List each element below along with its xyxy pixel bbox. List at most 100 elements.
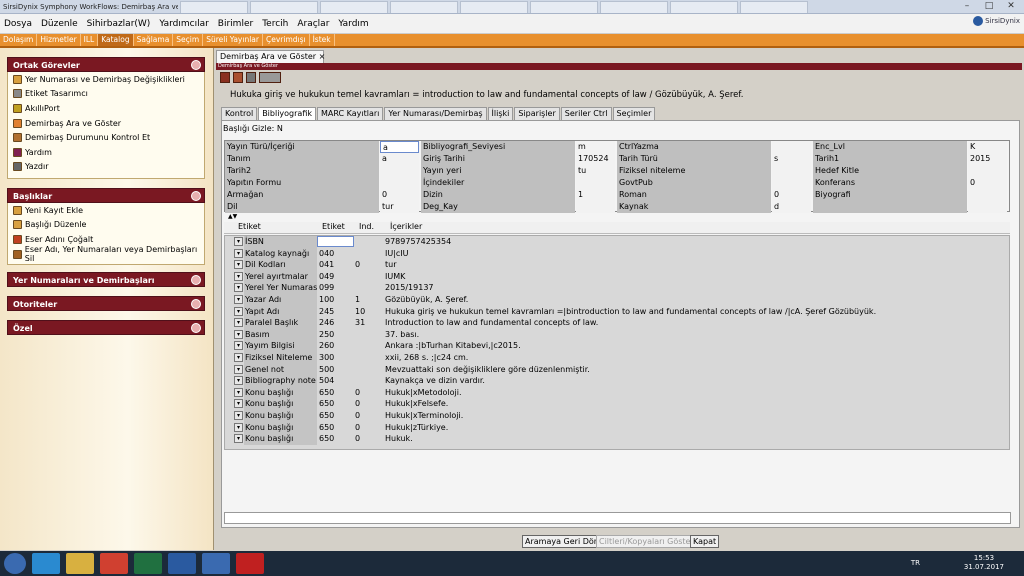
field-content[interactable]: tur	[385, 259, 1005, 271]
field-tag[interactable]: 100	[319, 294, 334, 306]
field-indicator[interactable]: 10	[355, 306, 365, 318]
field-tag[interactable]: 049	[319, 271, 334, 283]
start-icon[interactable]	[4, 553, 26, 574]
list-tool-icon[interactable]	[246, 72, 256, 83]
fixed-field-value[interactable]: a	[380, 153, 419, 165]
tab-bibliyografik[interactable]: Bibliyografik	[258, 107, 316, 120]
browser-tab[interactable]	[460, 0, 528, 13]
field-content[interactable]: 2015/19137	[385, 282, 1005, 294]
fixed-field-value[interactable]	[968, 189, 1007, 201]
browser-tab[interactable]	[250, 0, 318, 13]
field-indicator[interactable]: 0	[355, 387, 360, 399]
collapse-icon[interactable]	[191, 60, 201, 70]
field-content[interactable]: 37. bası.	[385, 329, 1005, 341]
fixed-field-value[interactable]	[968, 201, 1007, 213]
task-basligi-duzenle[interactable]: Başlığı Düzenle	[8, 218, 204, 233]
var-field-row[interactable]: ▾ Fiziksel Niteleme 300 xxii, 268 s. ;|c24 …	[225, 352, 1010, 364]
pdf-icon[interactable]	[236, 553, 264, 574]
var-field-row[interactable]: ▾ Bibliography note 504 Kaynakça ve dizin v…	[225, 375, 1010, 387]
field-content[interactable]: Kaynakça ve dizin vardır.	[385, 375, 1005, 387]
group-basliklar[interactable]: Başlıklar	[7, 188, 205, 203]
var-field-row[interactable]: ▾ Yerel Yer Numarası 099 2015/19137	[225, 282, 1010, 294]
field-content[interactable]: Hukuk|xFelsefe.	[385, 398, 1005, 410]
fixed-field-value[interactable]	[772, 141, 811, 153]
var-field-row[interactable]: ▾ Yapıt Adı 245 10 Hukuka giriş ve hukukun t…	[225, 305, 1010, 318]
excel-icon[interactable]	[134, 553, 162, 574]
tab-iliski[interactable]: İlişki	[487, 107, 514, 120]
row-dropdown-icon[interactable]: ▾	[234, 306, 243, 316]
menu-sihirbazlar[interactable]: Sihirbazlar(W)	[83, 19, 156, 29]
clock[interactable]: 15:53 31.07.2017	[964, 554, 1004, 572]
field-tag[interactable]: 650	[319, 387, 334, 399]
fixed-field-value[interactable]	[380, 177, 419, 189]
row-dropdown-icon[interactable]: ▾	[234, 364, 243, 374]
field-tag[interactable]: 250	[319, 329, 334, 341]
task-etiket-tasarimci[interactable]: Etiket Tasarımcı	[8, 87, 204, 102]
row-dropdown-icon[interactable]: ▾	[234, 329, 243, 339]
field-indicator[interactable]: 1	[355, 294, 360, 306]
row-dropdown-icon[interactable]: ▾	[234, 295, 243, 304]
row-dropdown-icon[interactable]: ▾	[234, 237, 243, 246]
var-field-row[interactable]: ▾ Yayım Bilgisi 260 Ankara :|bTurhan Kitabe…	[225, 340, 1010, 352]
field-tag[interactable]: 650	[319, 422, 334, 434]
fixed-field-value[interactable]	[576, 177, 615, 189]
module-saglama[interactable]: Sağlama	[134, 34, 174, 46]
menu-yardimcilar[interactable]: Yardımcılar	[155, 19, 213, 29]
fixed-field-value[interactable]: tur	[380, 201, 419, 213]
browser-tab[interactable]	[740, 0, 808, 13]
row-dropdown-icon[interactable]: ▾	[234, 260, 243, 270]
fixed-field-value[interactable]	[576, 201, 615, 213]
group-yer-numaralari[interactable]: Yer Numaraları ve Demirbaşları	[7, 272, 205, 287]
browser-tab[interactable]	[600, 0, 668, 13]
expand-icon[interactable]	[191, 299, 201, 309]
field-content[interactable]: Mevzuattaki son değişikliklere göre düze…	[385, 364, 1005, 376]
var-field-row[interactable]: ▾ Konu başlığı 650 0 Hukuk|zTürkiye.	[225, 421, 1010, 434]
task-yeni-kayit[interactable]: Yeni Kayıt Ekle	[8, 203, 204, 218]
field-content[interactable]: IUMK	[385, 271, 1005, 283]
tab-kontrol[interactable]: Kontrol	[221, 107, 258, 120]
field-tag[interactable]: 245	[319, 306, 334, 318]
menu-dosya[interactable]: Dosya	[0, 19, 37, 29]
field-tag[interactable]: 099	[319, 282, 334, 294]
browser-tab[interactable]	[320, 0, 388, 13]
field-indicator[interactable]: 0	[355, 410, 360, 422]
browser-tab[interactable]	[180, 0, 248, 13]
field-content[interactable]: 9789757425354	[385, 236, 1005, 248]
ie-icon[interactable]	[32, 553, 60, 574]
fixed-field-value[interactable]	[380, 165, 419, 177]
browser-tab[interactable]	[530, 0, 598, 13]
module-dolasim[interactable]: Dolaşım	[0, 34, 38, 46]
word-doc-icon[interactable]	[202, 553, 230, 574]
var-field-row[interactable]: ▾ Konu başlığı 650 0 Hukuk|xFelsefe.	[225, 398, 1010, 410]
field-tag[interactable]: 260	[319, 340, 334, 352]
maximize-icon[interactable]: □	[978, 0, 1000, 13]
row-dropdown-icon[interactable]: ▾	[234, 422, 243, 432]
fixed-field-value[interactable]: a	[380, 141, 419, 153]
row-dropdown-icon[interactable]: ▾	[234, 434, 243, 444]
tab-secimler[interactable]: Seçimler	[612, 107, 656, 120]
var-field-row[interactable]: ▾ Yerel ayırtmalar 049 IUMK	[225, 270, 1010, 283]
module-hizmetler[interactable]: Hizmetler	[37, 34, 81, 46]
language-indicator[interactable]: TR	[911, 559, 920, 567]
fixed-field-value[interactable]: 1	[576, 189, 615, 201]
field-indicator[interactable]: 0	[355, 422, 360, 434]
task-demirbas-ara[interactable]: Demirbaş Ara ve Göster	[8, 116, 204, 131]
var-field-row[interactable]: ▾ Yazar Adı 100 1 Gözübüyük, A. Şeref.	[225, 294, 1010, 306]
field-tag[interactable]: 650	[319, 410, 334, 422]
field-tag[interactable]: 041	[319, 259, 334, 271]
field-content[interactable]: Ankara :|bTurhan Kitabevi,|c2015.	[385, 340, 1005, 352]
word-icon[interactable]	[168, 553, 196, 574]
var-field-row[interactable]: ▾ Paralel Başlık 246 31 Introduction to law …	[225, 317, 1010, 329]
fixed-field-value[interactable]	[968, 165, 1007, 177]
browser-tab[interactable]	[670, 0, 738, 13]
field-tag[interactable]: 246	[319, 317, 334, 329]
module-sureli-yayinlar[interactable]: Süreli Yayınlar	[203, 34, 263, 46]
row-dropdown-icon[interactable]: ▾	[234, 271, 243, 281]
field-content[interactable]: Hukuk.	[385, 433, 1005, 445]
search-tool-icon[interactable]	[233, 72, 243, 83]
menu-duzenle[interactable]: Düzenle	[37, 19, 83, 29]
tab-marc[interactable]: MARC Kayıtları	[317, 107, 384, 120]
var-field-row[interactable]: ▾ Basım 250 37. bası.	[225, 328, 1010, 341]
module-istek[interactable]: İstek	[310, 34, 335, 46]
var-field-row[interactable]: ▾ Genel not 500 Mevzuattaki son değişiklikl…	[225, 363, 1010, 376]
